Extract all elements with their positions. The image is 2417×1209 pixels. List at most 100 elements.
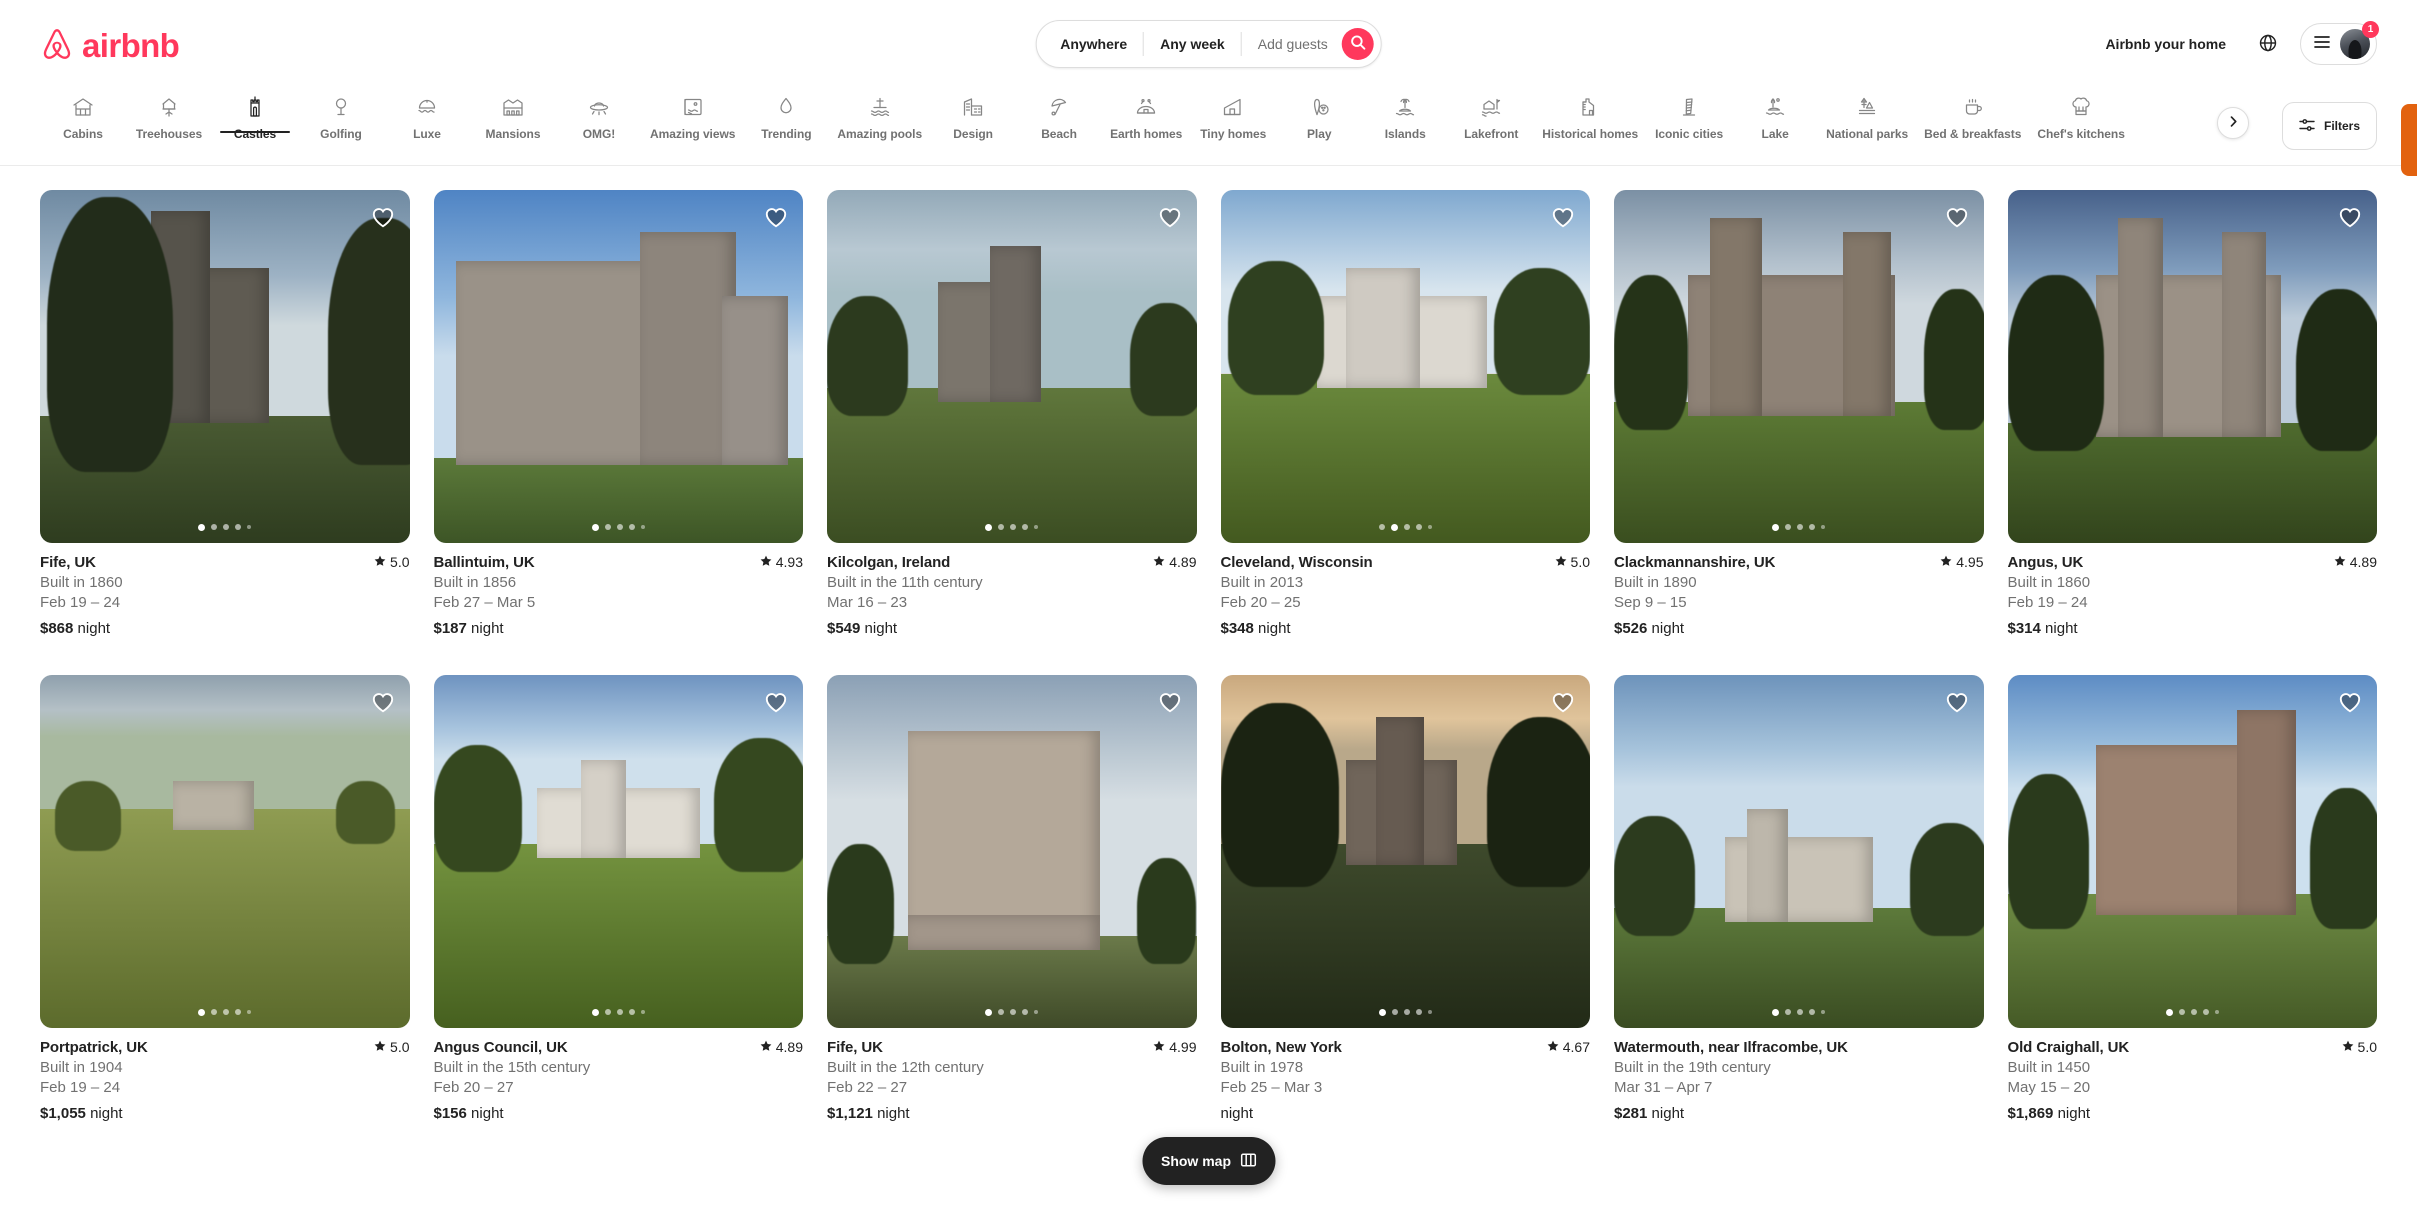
save-to-wishlist-heart-icon[interactable] bbox=[1550, 204, 1576, 230]
carousel-dot[interactable] bbox=[1821, 525, 1826, 530]
category-cabins[interactable]: Cabins bbox=[40, 88, 126, 141]
carousel-dot[interactable] bbox=[2202, 1009, 2209, 1016]
carousel-dot[interactable] bbox=[1403, 1009, 1410, 1016]
carousel-dot[interactable] bbox=[1378, 524, 1385, 531]
search-bar[interactable]: Anywhere Any week Add guests bbox=[1035, 20, 1382, 68]
listing-image[interactable] bbox=[1614, 190, 1984, 543]
category-historical-homes[interactable]: Historical homes bbox=[1534, 88, 1646, 141]
listing-card[interactable]: Ballintuim, UK 4.93 Built in 1856 Feb 27… bbox=[433, 190, 803, 637]
category-iconic-cities[interactable]: Iconic cities bbox=[1646, 88, 1732, 141]
carousel-dot[interactable] bbox=[1415, 524, 1422, 531]
carousel-dot[interactable] bbox=[640, 1010, 645, 1015]
carousel-dot[interactable] bbox=[1390, 523, 1398, 531]
listing-image[interactable] bbox=[40, 190, 410, 543]
user-menu-button[interactable]: 1 bbox=[2300, 21, 2379, 65]
feedback-tab[interactable] bbox=[2401, 104, 2417, 176]
carousel-dot[interactable] bbox=[1809, 524, 1816, 531]
listing-image[interactable] bbox=[1614, 674, 1984, 1028]
carousel-dot[interactable] bbox=[1391, 1009, 1398, 1016]
category-play[interactable]: Play bbox=[1276, 88, 1362, 141]
carousel-dot[interactable] bbox=[1772, 523, 1780, 531]
save-to-wishlist-heart-icon[interactable] bbox=[1550, 689, 1576, 715]
carousel-dot[interactable] bbox=[616, 1009, 623, 1016]
listing-image[interactable] bbox=[1220, 674, 1590, 1028]
search-location[interactable]: Anywhere bbox=[1044, 36, 1143, 52]
listing-card[interactable]: Portpatrick, UK 5.0 Built in 1904 Feb 19… bbox=[40, 674, 410, 1122]
carousel-dot[interactable] bbox=[1797, 1009, 1804, 1016]
category-golfing[interactable]: Golfing bbox=[298, 88, 384, 141]
save-to-wishlist-heart-icon[interactable] bbox=[1944, 204, 1970, 230]
carousel-dot[interactable] bbox=[998, 524, 1005, 531]
carousel-dot[interactable] bbox=[198, 1008, 206, 1016]
category-amazing-views[interactable]: Amazing views bbox=[642, 88, 743, 141]
save-to-wishlist-heart-icon[interactable] bbox=[1157, 689, 1183, 715]
category-luxe[interactable]: Luxe bbox=[384, 88, 470, 141]
category-beach[interactable]: Beach bbox=[1016, 88, 1102, 141]
carousel-dot[interactable] bbox=[1022, 524, 1029, 531]
save-to-wishlist-heart-icon[interactable] bbox=[2337, 204, 2363, 230]
carousel-dot[interactable] bbox=[591, 523, 599, 531]
carousel-dot[interactable] bbox=[211, 1009, 218, 1016]
carousel-dot[interactable] bbox=[2165, 1008, 2173, 1016]
search-dates[interactable]: Any week bbox=[1144, 36, 1241, 52]
category-design[interactable]: Design bbox=[930, 88, 1016, 141]
carousel-dot[interactable] bbox=[247, 525, 252, 530]
category-amazing-pools[interactable]: Amazing pools bbox=[829, 88, 930, 141]
carousel-dot[interactable] bbox=[2178, 1009, 2185, 1016]
carousel-dot[interactable] bbox=[640, 525, 645, 530]
carousel-dot[interactable] bbox=[1427, 1010, 1432, 1015]
carousel-dot[interactable] bbox=[1010, 524, 1017, 531]
carousel-dot[interactable] bbox=[1785, 1009, 1792, 1016]
save-to-wishlist-heart-icon[interactable] bbox=[1157, 204, 1183, 230]
listing-card[interactable]: Fife, UK 4.99 Built in the 12th century … bbox=[827, 674, 1197, 1122]
save-to-wishlist-heart-icon[interactable] bbox=[1944, 689, 1970, 715]
category-treehouses[interactable]: Treehouses bbox=[126, 88, 212, 141]
listing-card[interactable]: Cleveland, Wisconsin 5.0 Built in 2013 F… bbox=[1220, 190, 1590, 637]
category-chef-s-kitchens[interactable]: Chef's kitchens bbox=[2029, 88, 2132, 141]
carousel-dot[interactable] bbox=[247, 1010, 252, 1015]
filters-button[interactable]: Filters bbox=[2281, 102, 2377, 150]
carousel-dot[interactable] bbox=[985, 1008, 993, 1016]
carousel-dot[interactable] bbox=[628, 524, 635, 531]
carousel-dot[interactable] bbox=[1821, 1010, 1826, 1015]
category-next-button[interactable] bbox=[2217, 107, 2249, 139]
category-lakefront[interactable]: Lakefront bbox=[1448, 88, 1534, 141]
category-mansions[interactable]: Mansions bbox=[470, 88, 556, 141]
carousel-dot[interactable] bbox=[628, 1009, 635, 1016]
category-earth-homes[interactable]: Earth homes bbox=[1102, 88, 1190, 141]
carousel-dot[interactable] bbox=[616, 524, 623, 531]
listing-image[interactable] bbox=[2007, 674, 2377, 1028]
language-globe-button[interactable] bbox=[2248, 24, 2288, 64]
show-map-button[interactable]: Show map bbox=[1141, 1137, 1276, 1185]
carousel-dot[interactable] bbox=[1797, 524, 1804, 531]
carousel-dot[interactable] bbox=[223, 1009, 230, 1016]
listing-image[interactable] bbox=[2007, 190, 2377, 543]
category-castles[interactable]: Castles bbox=[212, 88, 298, 141]
category-trending[interactable]: Trending bbox=[743, 88, 829, 141]
category-omg[interactable]: OMG! bbox=[556, 88, 642, 141]
save-to-wishlist-heart-icon[interactable] bbox=[370, 689, 396, 715]
listing-image[interactable] bbox=[40, 674, 410, 1028]
carousel-dot[interactable] bbox=[1034, 1010, 1039, 1015]
airbnb-logo[interactable]: airbnb bbox=[40, 26, 180, 62]
carousel-dot[interactable] bbox=[1772, 1008, 1780, 1016]
carousel-dot[interactable] bbox=[1010, 1009, 1017, 1016]
listing-card[interactable]: Angus, UK 4.89 Built in 1860 Feb 19 – 24… bbox=[2007, 190, 2377, 637]
category-national-parks[interactable]: National parks bbox=[1818, 88, 1916, 141]
save-to-wishlist-heart-icon[interactable] bbox=[370, 204, 396, 230]
carousel-dot[interactable] bbox=[1415, 1009, 1422, 1016]
save-to-wishlist-heart-icon[interactable] bbox=[2337, 689, 2363, 715]
save-to-wishlist-heart-icon[interactable] bbox=[763, 204, 789, 230]
listing-card[interactable]: Clackmannanshire, UK 4.95 Built in 1890 … bbox=[1614, 190, 1984, 637]
listing-image[interactable] bbox=[433, 190, 803, 543]
carousel-dot[interactable] bbox=[998, 1009, 1005, 1016]
carousel-dot[interactable] bbox=[604, 1009, 611, 1016]
carousel-dot[interactable] bbox=[1809, 1009, 1816, 1016]
carousel-dot[interactable] bbox=[2190, 1009, 2197, 1016]
search-guests[interactable]: Add guests bbox=[1242, 36, 1342, 52]
carousel-dot[interactable] bbox=[985, 523, 993, 531]
listing-image[interactable] bbox=[827, 674, 1197, 1028]
listing-image[interactable] bbox=[827, 190, 1197, 543]
carousel-dot[interactable] bbox=[604, 524, 611, 531]
save-to-wishlist-heart-icon[interactable] bbox=[763, 689, 789, 715]
